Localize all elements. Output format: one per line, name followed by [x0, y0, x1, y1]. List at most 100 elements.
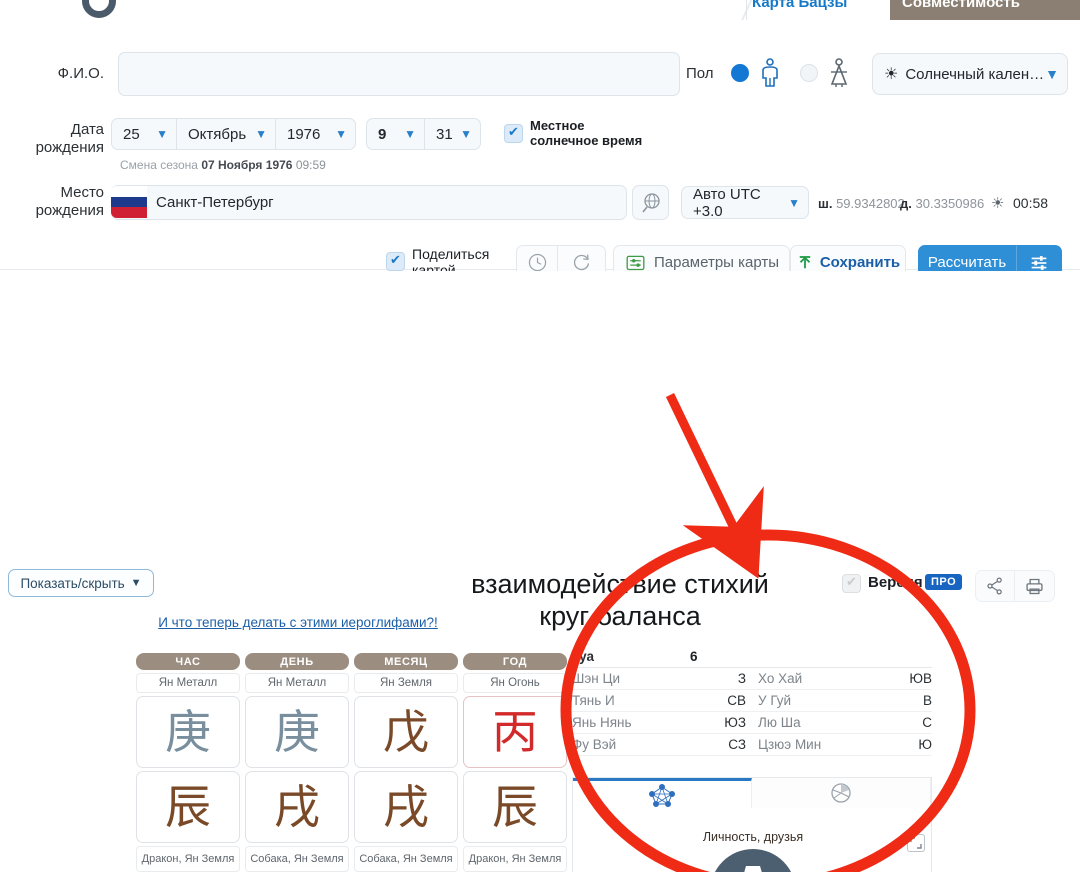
stem-name: Ян Металл: [245, 673, 349, 693]
printer-icon: [1026, 578, 1043, 594]
sun-time: 00:58: [1013, 195, 1049, 211]
stem-name: Ян Земля: [354, 673, 458, 693]
birth-data-form: Ф.И.О. Пол ☀ Солнечный кален… ▼ Дата рож…: [0, 20, 1080, 280]
bazi-column: ЧАС Ян Металл 庚 辰 Дракон, Ян Земля 戊 Ян …: [136, 653, 240, 872]
day-select[interactable]: 25 ▼: [111, 118, 177, 150]
birth-place-label: Место рождения: [35, 184, 104, 219]
year-select[interactable]: 1976 ▼: [276, 118, 356, 150]
calculate-label: Рассчитать: [927, 254, 1007, 271]
stem-name: Ян Огонь: [463, 673, 567, 693]
version-label: Версия: [868, 574, 923, 591]
chevron-down-icon: ▼: [1045, 66, 1059, 82]
pro-version-checkbox[interactable]: [842, 574, 861, 593]
gua-row: Тянь И СВ У Гуй В: [572, 690, 932, 712]
col-header-year: ГОД: [463, 653, 567, 670]
show-hide-button[interactable]: Показать/скрыть ▼: [8, 569, 154, 597]
bazi-column: МЕСЯЦ Ян Земля 戊 戌 Собака, Ян Земля 戊 Ян…: [354, 653, 458, 872]
top-tab-strip: Карта Бацзы Совместимость Бацзы: [0, 0, 1080, 20]
gua-row: Янь Нянь ЮЗ Лю Ша С: [572, 712, 932, 734]
globe-search-icon: [642, 193, 660, 213]
branch-char[interactable]: 辰: [463, 771, 567, 843]
branch-name: Собака, Ян Земля: [245, 846, 349, 872]
sliders-folder-icon: [626, 255, 645, 271]
chevron-down-icon: ▼: [788, 195, 800, 210]
element-wheel-card: Личность, друзья Самовыражение Ресурсы Б…: [572, 777, 932, 872]
stem-name: Ян Металл: [136, 673, 240, 693]
refresh-icon: [573, 254, 590, 271]
gua-value: 6: [689, 649, 698, 664]
month-select[interactable]: Октябрь ▼: [177, 118, 276, 150]
hieroglyphs-help-link[interactable]: И что теперь делать с этими иероглифами?…: [116, 615, 480, 630]
fio-input[interactable]: [118, 52, 680, 96]
save-label: Сохранить: [819, 254, 901, 271]
branch-char[interactable]: 辰: [136, 771, 240, 843]
gender-label: Пол: [686, 65, 714, 82]
branch-char[interactable]: 戌: [245, 771, 349, 843]
sun-icon: ☀: [884, 66, 899, 83]
bazi-head-row: ЧАС Ян Металл 庚 辰 Дракон, Ян Земля 戊 Ян …: [136, 653, 570, 872]
label-personality: Личность, друзья: [702, 830, 804, 844]
share-button[interactable]: [975, 570, 1015, 602]
gender-female-radio[interactable]: [800, 64, 818, 82]
stem-char[interactable]: 丙: [463, 696, 567, 768]
tab-bazi-compat[interactable]: Совместимость Бацзы: [890, 0, 1080, 20]
globe-search-button[interactable]: [632, 185, 669, 220]
birth-place-value: Санкт-Петербург: [156, 194, 274, 211]
tab-element-wheel[interactable]: [573, 778, 752, 808]
birth-date-label: Дата рождения: [35, 121, 104, 156]
male-figure-icon[interactable]: [759, 58, 781, 88]
result-area: Показать/скрыть ▼ взаимодействие стихий …: [0, 271, 1080, 872]
col-header-month: МЕСЯЦ: [354, 653, 458, 670]
chevron-down-icon: ▼: [156, 127, 168, 141]
stem-char[interactable]: 庚: [245, 696, 349, 768]
sunrise-icon: ☀: [991, 195, 1005, 212]
caret-down-icon: ▼: [130, 577, 142, 589]
wheel-tabs: [573, 778, 931, 808]
bazi-chart-table: ЧАС Ян Металл 庚 辰 Дракон, Ян Земля 戊 Ян …: [136, 653, 570, 872]
female-figure-icon[interactable]: [828, 58, 850, 88]
stem-char[interactable]: 戊: [354, 696, 458, 768]
branch-name: Собака, Ян Земля: [354, 846, 458, 872]
calendar-type-value: Солнечный кален…: [905, 65, 1045, 83]
pentagon-network-icon: [649, 783, 675, 807]
local-solar-time-checkbox[interactable]: [504, 124, 523, 143]
stem-char[interactable]: 庚: [136, 696, 240, 768]
branch-char[interactable]: 戌: [354, 771, 458, 843]
minute-select[interactable]: 31 ▼: [425, 118, 481, 150]
upload-icon: [799, 255, 811, 268]
top-tabs: Карта Бацзы Совместимость Бацзы: [600, 0, 1080, 20]
print-button[interactable]: [1015, 570, 1055, 602]
season-change-info: Смена сезона 07 Ноября 1976 09:59: [120, 158, 326, 172]
pie-chart-icon: [831, 783, 851, 803]
bazi-column: ГОД Ян Огонь 丙 辰 Дракон, Ян Земля 戊 Ян З…: [463, 653, 567, 872]
gua-row: Шэн Ци З Хо Хай ЮВ: [572, 668, 932, 690]
col-header-hour: ЧАС: [136, 653, 240, 670]
share-card-checkbox[interactable]: [386, 252, 405, 271]
local-solar-time-label: Местное солнечное время: [530, 118, 643, 148]
tab-bazi-chart[interactable]: Карта Бацзы: [752, 0, 847, 20]
gender-male-radio[interactable]: [731, 64, 749, 82]
share-nodes-icon: [987, 577, 1002, 595]
branch-name: Дракон, Ян Земля: [463, 846, 567, 872]
latitude: ш. 59.9342802: [818, 196, 905, 211]
chevron-down-icon: ▼: [404, 127, 416, 141]
timezone-select[interactable]: Авто UTC +3.0 ▼: [681, 186, 809, 220]
map-params-label: Параметры карты: [654, 254, 780, 271]
col-header-day: ДЕНЬ: [245, 653, 349, 670]
chevron-down-icon: ▼: [460, 127, 472, 141]
calendar-type-select[interactable]: ☀ Солнечный кален… ▼: [872, 53, 1068, 95]
fio-label: Ф.И.О.: [57, 65, 104, 82]
gua-header: Гуа 6: [572, 649, 932, 668]
chevron-down-icon: ▼: [335, 127, 347, 141]
hour-select[interactable]: 9 ▼: [366, 118, 425, 150]
birth-place-input[interactable]: Санкт-Петербург: [111, 185, 627, 220]
branch-name: Дракон, Ян Земля: [136, 846, 240, 872]
bazi-column: ДЕНЬ Ян Металл 庚 戌 Собака, Ян Земля 戊 Ян…: [245, 653, 349, 872]
gua-panel: Гуа 6 Шэн Ци З Хо Хай ЮВ Тянь И СВ У Гуй…: [572, 649, 932, 756]
clock-icon: [528, 253, 546, 272]
russia-flag-icon: [111, 186, 147, 218]
longitude: д. 30.3350986: [900, 196, 985, 211]
logo-icon: [82, 0, 116, 18]
tab-pie-chart[interactable]: [752, 778, 931, 808]
chevron-down-icon: ▼: [255, 127, 267, 141]
